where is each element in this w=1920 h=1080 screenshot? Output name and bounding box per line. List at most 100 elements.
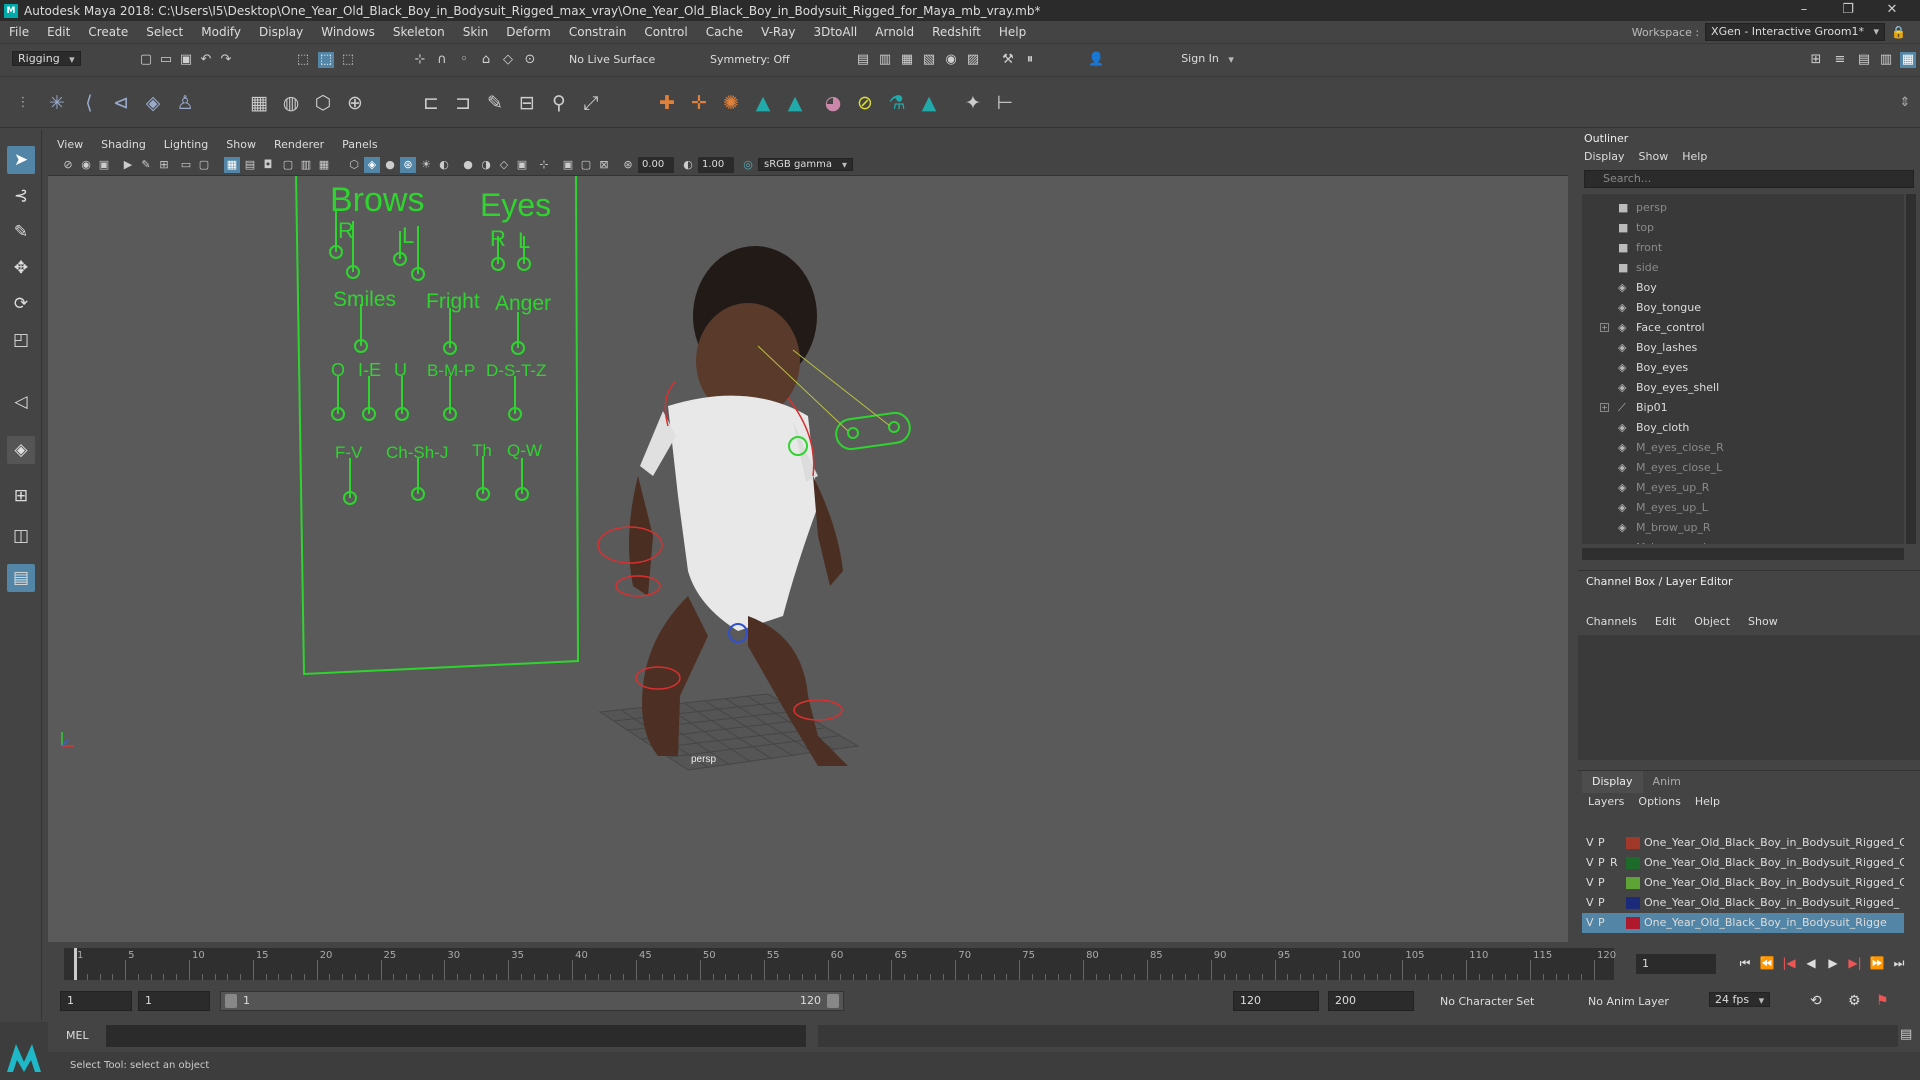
layer-color-swatch[interactable]: [1626, 897, 1640, 909]
scale-tool-icon[interactable]: ◰: [7, 326, 35, 354]
resolution-gate-icon[interactable]: ▢: [196, 157, 212, 173]
face-control-panel[interactable]: [295, 176, 580, 676]
scene-canvas[interactable]: Brows Eyes R L R L Smiles Fright Anger O…: [48, 176, 1568, 942]
outliner-item[interactable]: ◈ Boy_cloth: [1582, 418, 1902, 438]
outliner-item[interactable]: ◈ Boy_tongue: [1582, 298, 1902, 318]
lights-icon[interactable]: ▢: [280, 157, 296, 173]
command-input[interactable]: [106, 1025, 806, 1047]
layer-playback-toggle[interactable]: P: [1598, 873, 1605, 893]
vray-render-icon[interactable]: ⚒: [1000, 52, 1016, 68]
four-pane-icon[interactable]: ⊞: [7, 482, 35, 510]
play-forward-icon[interactable]: ▶: [1824, 954, 1842, 972]
single-pane-icon[interactable]: ◈: [7, 436, 35, 464]
outliner-item[interactable]: ◈ M_brow_up_R: [1582, 518, 1902, 538]
anim-prefs-icon[interactable]: ⚑: [1876, 993, 1889, 1009]
menu-help[interactable]: Help: [990, 25, 1035, 39]
undo-icon[interactable]: ↶: [198, 52, 214, 68]
menu-vray[interactable]: V-Ray: [752, 25, 804, 39]
playback-start-field[interactable]: 1: [138, 991, 210, 1011]
select-component-icon[interactable]: ⬚: [340, 52, 356, 68]
workspace-dropdown[interactable]: XGen - Interactive Groom1*: [1705, 23, 1886, 41]
hud-icon[interactable]: ⊹: [536, 157, 552, 173]
outliner-menu-show[interactable]: Show: [1639, 148, 1669, 166]
minimize-button[interactable]: –: [1782, 0, 1826, 21]
motion-blur-icon[interactable]: ●: [460, 157, 476, 173]
script-language-label[interactable]: MEL: [66, 1029, 89, 1042]
screen-space-icon[interactable]: ◇: [496, 157, 512, 173]
wireframe-on-shaded-icon[interactable]: ⬡: [346, 157, 362, 173]
layer-row[interactable]: V P One_Year_Old_Black_Boy_in_Bodysuit_Rig…: [1582, 833, 1904, 853]
multisample-icon[interactable]: ▣: [514, 157, 530, 173]
layer-playback-toggle[interactable]: P: [1598, 853, 1605, 873]
snap-view-icon[interactable]: ⌂: [478, 52, 494, 68]
last-tool-icon[interactable]: ◁: [7, 388, 35, 416]
layer-playback-toggle[interactable]: P: [1598, 833, 1605, 853]
shadows-icon[interactable]: ▥: [298, 157, 314, 173]
hik-icon[interactable]: ♙: [172, 90, 198, 116]
create-joints-icon[interactable]: ✳: [44, 90, 70, 116]
menu-edit[interactable]: Edit: [38, 25, 79, 39]
layer-playback-toggle[interactable]: P: [1598, 893, 1605, 913]
menu-select[interactable]: Select: [137, 25, 192, 39]
shelf-options-icon[interactable]: ⇕: [1892, 90, 1918, 116]
pause-icon[interactable]: ⏸: [1022, 52, 1038, 68]
playback-end-field[interactable]: 120: [1233, 991, 1319, 1011]
outliner-item[interactable]: ◈ M_eyes_close_R: [1582, 438, 1902, 458]
outliner-item[interactable]: + ⟋ Bip01: [1582, 398, 1902, 418]
outliner-item[interactable]: ◈ Boy_eyes: [1582, 358, 1902, 378]
ik-spline-icon[interactable]: ⊲: [108, 90, 134, 116]
layer-visibility-toggle[interactable]: V: [1586, 873, 1594, 893]
outliner-item[interactable]: ◈ M_eyes_close_L: [1582, 458, 1902, 478]
outliner-hscrollbar[interactable]: [1582, 548, 1904, 560]
layer-reference-toggle[interactable]: R: [1610, 853, 1618, 873]
baby-character-model[interactable]: [629, 246, 848, 766]
isolate-select-icon[interactable]: ⊛: [400, 157, 416, 173]
human-ik-icon[interactable]: ▲: [782, 90, 808, 116]
gamma-field[interactable]: 1.00: [698, 157, 734, 173]
grid-toggle-icon[interactable]: ⊞: [156, 157, 172, 173]
menu-cache[interactable]: Cache: [697, 25, 752, 39]
snap-curve-icon[interactable]: ∩: [434, 52, 450, 68]
modeling-toolkit-icon[interactable]: ⊞: [1808, 52, 1824, 68]
grease-pencil-icon[interactable]: ✎: [138, 157, 154, 173]
tab-anim[interactable]: Anim: [1643, 771, 1691, 793]
sculpt-icon[interactable]: ⚗: [884, 90, 910, 116]
menu-constrain[interactable]: Constrain: [560, 25, 636, 39]
channel-menu-edit[interactable]: Edit: [1655, 615, 1676, 628]
step-forward-frame-icon[interactable]: ▶|: [1846, 954, 1864, 972]
channel-menu-object[interactable]: Object: [1694, 615, 1730, 628]
outliner-item[interactable]: ◈ M_brow_up_L: [1582, 538, 1902, 544]
quick-rig-icon[interactable]: ▲: [750, 90, 776, 116]
menu-arnold[interactable]: Arnold: [866, 25, 923, 39]
menu-modify[interactable]: Modify: [192, 25, 250, 39]
symmetry-label[interactable]: Symmetry: Off: [710, 53, 790, 66]
bookmark-icon[interactable]: ◉: [78, 157, 94, 173]
viewport-persp[interactable]: Brows Eyes R L R L Smiles Fright Anger O…: [48, 176, 1568, 942]
detach-skin-icon[interactable]: ⊐: [450, 90, 476, 116]
add-influence-icon[interactable]: ⤢: [578, 90, 604, 116]
outliner-item[interactable]: ◈ M_eyes_up_L: [1582, 498, 1902, 518]
snap-point-icon[interactable]: ◦: [456, 52, 472, 68]
menu-deform[interactable]: Deform: [497, 25, 560, 39]
ipr-render-icon[interactable]: ▦: [899, 52, 915, 68]
outliner-list[interactable]: ■ persp ■ top ■ front ■ side ◈ Boy ◈ Boy_tongue + ◈ Fa…: [1582, 194, 1904, 544]
rotate-tool-icon[interactable]: ⟳: [7, 290, 35, 318]
open-scene-icon[interactable]: ▭: [158, 52, 174, 68]
layer-color-swatch[interactable]: [1626, 877, 1640, 889]
layer-playback-toggle[interactable]: P: [1598, 913, 1605, 933]
go-to-end-icon[interactable]: ⏭: [1890, 954, 1908, 972]
channel-menu-show[interactable]: Show: [1748, 615, 1778, 628]
hypershade-icon[interactable]: ◉: [943, 52, 959, 68]
viewport-menu-renderer[interactable]: Renderer: [265, 138, 333, 151]
textured-icon[interactable]: ◘: [260, 157, 276, 173]
outliner-item[interactable]: ◈ Boy_lashes: [1582, 338, 1902, 358]
color-management-icon[interactable]: ◎: [740, 157, 756, 173]
step-forward-key-icon[interactable]: ⏩: [1868, 954, 1886, 972]
outliner-menu-display[interactable]: Display: [1584, 148, 1625, 166]
2d-pan-icon[interactable]: ▶: [120, 157, 136, 173]
smooth-shade-icon[interactable]: ▤: [242, 157, 258, 173]
paint-weights-icon[interactable]: ✎: [482, 90, 508, 116]
time-slider[interactable]: 1 5 10 15 20 25 30 35 40 45 50 55 60 65 70 75 80 85 90 95 10…: [48, 946, 1618, 982]
select-object-icon[interactable]: ⬚: [318, 52, 334, 68]
ik-handle-icon[interactable]: ⟨: [76, 90, 102, 116]
